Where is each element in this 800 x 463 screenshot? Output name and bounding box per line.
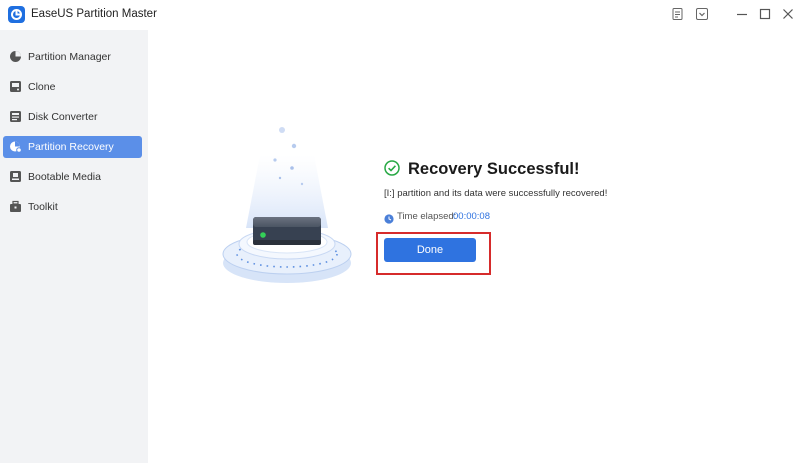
sidebar-item-label: Clone bbox=[28, 81, 56, 93]
success-message: [I:] partition and its data were success… bbox=[384, 188, 608, 199]
sidebar-item-partition-manager[interactable]: Partition Manager bbox=[3, 46, 142, 68]
recovery-illustration bbox=[220, 120, 354, 285]
success-title: Recovery Successful! bbox=[408, 160, 580, 178]
done-button[interactable]: Done bbox=[384, 238, 476, 262]
feedback-icon[interactable] bbox=[671, 7, 685, 21]
clock-icon bbox=[384, 211, 394, 224]
app-title: EaseUS Partition Master bbox=[31, 8, 157, 20]
app-logo bbox=[8, 6, 25, 23]
sidebar-item-label: Toolkit bbox=[28, 201, 58, 213]
close-icon[interactable] bbox=[781, 7, 795, 21]
sidebar-item-label: Partition Manager bbox=[28, 51, 111, 63]
sidebar-item-toolkit[interactable]: Toolkit bbox=[3, 196, 142, 218]
toolkit-icon bbox=[9, 200, 22, 213]
clone-icon bbox=[9, 80, 22, 93]
dropdown-icon[interactable] bbox=[695, 7, 709, 21]
pie-chart-icon bbox=[9, 50, 22, 63]
sidebar-item-clone[interactable]: Clone bbox=[3, 76, 142, 98]
maximize-icon[interactable] bbox=[758, 7, 772, 21]
sidebar-item-label: Disk Converter bbox=[28, 111, 98, 123]
elapsed-value: 00:00:08 bbox=[453, 211, 490, 222]
sidebar: Partition Manager Clone Disk Converter P… bbox=[0, 30, 148, 463]
partition-recovery-icon bbox=[9, 140, 22, 153]
success-check-icon bbox=[384, 160, 400, 176]
elapsed-label: Time elapsed: bbox=[397, 211, 457, 222]
sidebar-item-bootable-media[interactable]: Bootable Media bbox=[3, 166, 142, 188]
disk-converter-icon bbox=[9, 110, 22, 123]
sidebar-item-partition-recovery[interactable]: Partition Recovery bbox=[3, 136, 142, 158]
minimize-icon[interactable] bbox=[735, 7, 749, 21]
sidebar-item-disk-converter[interactable]: Disk Converter bbox=[3, 106, 142, 128]
title-bar: EaseUS Partition Master bbox=[0, 0, 800, 30]
bootable-media-icon bbox=[9, 170, 22, 183]
main-content: Recovery Successful! [I:] partition and … bbox=[148, 30, 800, 463]
sidebar-item-label: Partition Recovery bbox=[28, 141, 114, 153]
sidebar-item-label: Bootable Media bbox=[28, 171, 101, 183]
